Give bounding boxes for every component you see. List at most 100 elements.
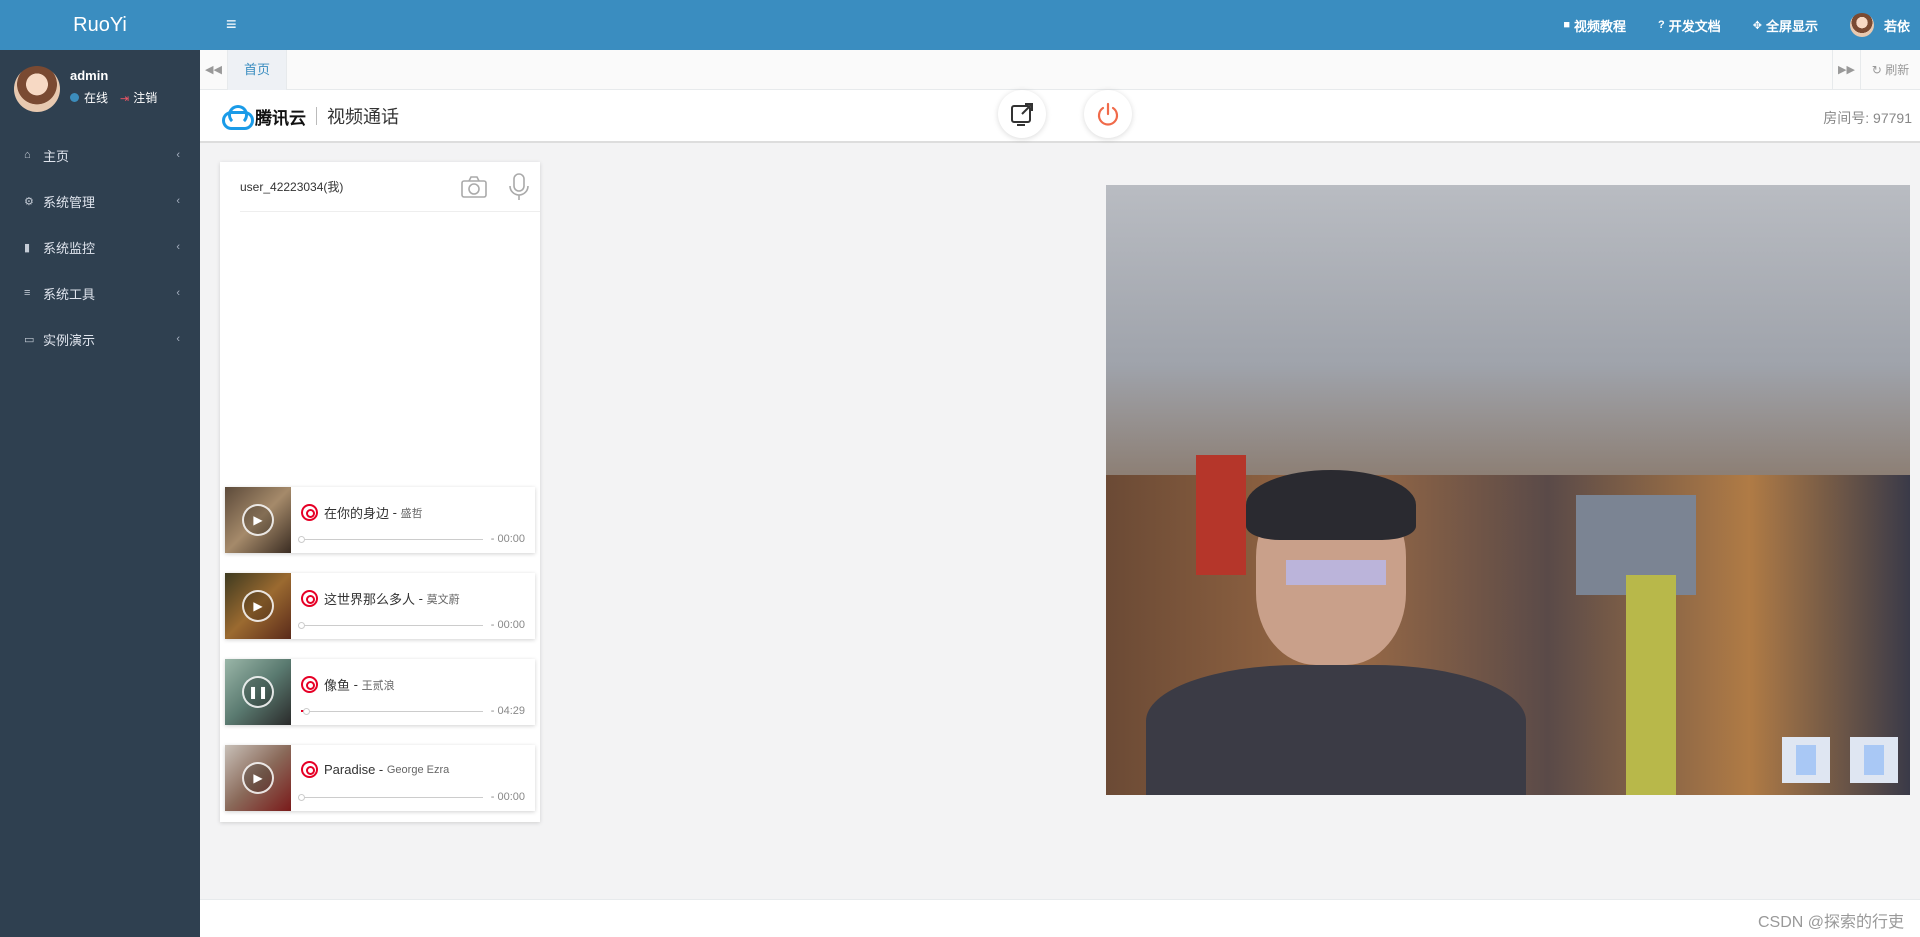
remote-video-person [1146,665,1526,795]
username: admin [70,68,109,83]
song-progress-bar[interactable] [298,794,483,801]
tab-scroll-left-icon[interactable]: ◀◀ [200,50,228,90]
video-tutorial-link[interactable]: ■ 视频教程 [1563,16,1626,35]
remote-video-bg [1106,185,1910,485]
online-dot-icon [70,93,79,102]
sidebar-item-system-tools[interactable]: ≡ 系统工具 ‹ [0,270,200,316]
song-time: - 00:00 [490,619,525,631]
video-tutorial-label: 视频教程 [1573,18,1626,34]
main-content: 腾讯云 视频通话 房间号: 97791 user_42223034(我) ▶ 在… [200,90,1920,937]
chevron-left-icon: ‹ [176,149,180,161]
sidebar-item-label: 实例演示 [43,332,96,348]
play-button[interactable]: ▶ [242,762,274,794]
share-screen-button[interactable] [998,90,1046,138]
song-artist: 盛哲 [400,507,423,520]
brand-logo[interactable]: RuoYi [0,0,200,50]
chevron-left-icon: ‹ [176,195,180,207]
remote-camera-icon[interactable] [1782,737,1830,783]
remote-microphone-icon[interactable] [1850,737,1898,783]
sidebar: RuoYi admin 在线 ⇥ 注销 ⌂ 主页 ‹ ⚙ 系统管理 ‹ ▮ 系统监… [0,0,200,937]
tab-scroll-right-icon[interactable]: ▶▶ [1832,50,1860,90]
song-artist: 莫文蔚 [426,593,460,606]
sidebar-menu: ⌂ 主页 ‹ ⚙ 系统管理 ‹ ▮ 系统监控 ‹ ≡ 系统工具 ‹ ▭ 实例演示… [0,132,200,362]
tencent-cloud-logo: 腾讯云 视频通话 [220,100,399,132]
top-navbar: ≡ ■ 视频教程 ? 开发文档 ✥ 全屏显示 若依 [200,0,1920,50]
netease-music-icon [301,761,318,778]
music-player-list: ▶ 在你的身边 - 盛哲 - 00:00 ▶ 这世界那么多人 - 莫文蔚 - 0… [225,487,535,831]
online-status: 在线 [70,89,108,106]
netease-music-icon [301,676,318,693]
sidebar-item-label: 系统工具 [43,286,96,302]
song-time: - 00:00 [490,791,525,803]
tab-home[interactable]: 首页 [228,50,288,90]
logout-link[interactable]: ⇥ 注销 [120,89,157,106]
play-button[interactable]: ▶ [242,504,274,536]
tab-bar: ◀◀ 首页 ▶▶ ↻ 刷新 [200,50,1920,90]
bars-icon: ≡ [24,287,31,299]
menu-toggle-icon[interactable]: ≡ [226,14,237,35]
page-title: 视频通话 [327,107,399,127]
play-icon: ▶ [253,513,263,527]
sidebar-item-label: 系统监控 [43,240,96,256]
song-progress-bar[interactable] [298,536,483,543]
logout-icon: ⇥ [120,93,130,105]
logout-label: 注销 [133,91,158,105]
song-artist: George Ezra [386,763,450,776]
sidebar-item-home[interactable]: ⌂ 主页 ‹ [0,132,200,178]
gear-icon: ⚙ [24,195,34,208]
user-menu[interactable]: 若依 [1849,13,1910,37]
chevron-left-icon: ‹ [176,333,180,345]
remote-video-person [1246,470,1416,540]
desktop-icon: ▭ [24,333,35,346]
chevron-left-icon: ‹ [176,241,180,253]
expand-icon: ✥ [1752,19,1762,32]
pause-icon: ❚❚ [247,685,269,699]
refresh-button[interactable]: ↻ 刷新 [1860,50,1920,90]
pause-button[interactable]: ❚❚ [242,676,274,708]
avatar[interactable] [14,66,60,112]
sidebar-item-label: 主页 [43,148,70,164]
local-user-id: user_42223034(我) [240,180,344,194]
remote-video-bg [1196,455,1246,575]
share-screen-icon [1011,103,1033,126]
online-label: 在线 [84,91,109,105]
song-title: 这世界那么多人 [324,592,416,607]
list-item: ▶ 在你的身边 - 盛哲 - 00:00 [225,487,535,553]
song-progress-bar[interactable] [298,622,483,629]
home-icon: ⌂ [24,149,31,161]
microphone-icon[interactable] [508,172,530,202]
song-time: - 04:29 [490,705,525,717]
divider [316,107,317,125]
remote-video [1106,185,1910,795]
video-camera-icon: ▮ [24,241,31,254]
dev-docs-link[interactable]: ? 开发文档 [1658,16,1721,35]
power-icon [1097,102,1119,126]
play-button[interactable]: ▶ [242,590,274,622]
camera-icon[interactable] [460,175,488,199]
video-camera-icon: ■ [1563,19,1570,31]
song-title: 像鱼 [324,678,351,693]
local-user-bar: user_42223034(我) [240,162,540,212]
sidebar-item-system-management[interactable]: ⚙ 系统管理 ‹ [0,178,200,224]
list-item: ❚❚ 像鱼 - 王贰浪 - 04:29 [225,659,535,725]
sidebar-item-label: 系统管理 [43,194,96,210]
song-artist: 王贰浪 [361,679,395,692]
local-video-panel: user_42223034(我) ▶ 在你的身边 - 盛哲 - 00:00 ▶ … [220,162,540,822]
dev-docs-label: 开发文档 [1668,18,1721,34]
sidebar-item-demos[interactable]: ▭ 实例演示 ‹ [0,316,200,362]
footer: CSDN @探索的行吏 [200,899,1920,937]
remote-video-bg [1626,575,1676,795]
song-title: 在你的身边 [324,506,390,521]
refresh-label: 刷新 [1885,63,1910,77]
song-progress-bar[interactable] [301,708,483,715]
sidebar-item-system-monitor[interactable]: ▮ 系统监控 ‹ [0,224,200,270]
chevron-left-icon: ‹ [176,287,180,299]
fullscreen-label: 全屏显示 [1765,18,1818,34]
hang-up-button[interactable] [1084,90,1132,138]
user-panel: admin 在线 ⇥ 注销 [0,50,200,120]
cloud-icon [220,105,254,130]
video-call-header: 腾讯云 视频通话 房间号: 97791 [200,90,1920,143]
refresh-icon: ↻ [1871,63,1882,77]
list-item: ▶ Paradise - George Ezra - 00:00 [225,745,535,811]
fullscreen-link[interactable]: ✥ 全屏显示 [1753,16,1818,35]
